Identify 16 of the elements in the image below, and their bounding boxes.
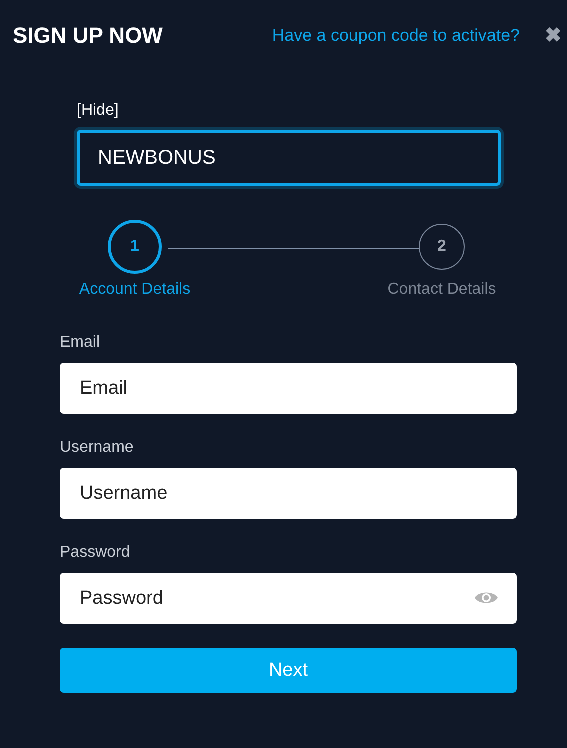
coupon-link[interactable]: Have a coupon code to activate? — [272, 26, 520, 46]
eye-icon[interactable] — [474, 590, 499, 606]
input-field[interactable]: Username — [60, 468, 517, 519]
step-circle: 1 — [108, 220, 162, 274]
hide-toggle[interactable]: [Hide] — [77, 102, 119, 120]
input-field[interactable]: Email — [60, 363, 517, 414]
field-label: Email — [60, 334, 100, 352]
field-label: Password — [60, 544, 130, 562]
field-label: Username — [60, 439, 134, 457]
coupon-field[interactable]: NEWBONUS — [77, 130, 501, 186]
input-field[interactable]: Password — [60, 573, 517, 624]
close-button[interactable]: ✖ — [545, 26, 567, 46]
step-label: Account Details — [79, 281, 191, 299]
step-circle: 2 — [419, 224, 465, 270]
step-label: Contact Details — [388, 281, 496, 299]
dialog-title: SIGN UP NOW — [13, 23, 163, 49]
